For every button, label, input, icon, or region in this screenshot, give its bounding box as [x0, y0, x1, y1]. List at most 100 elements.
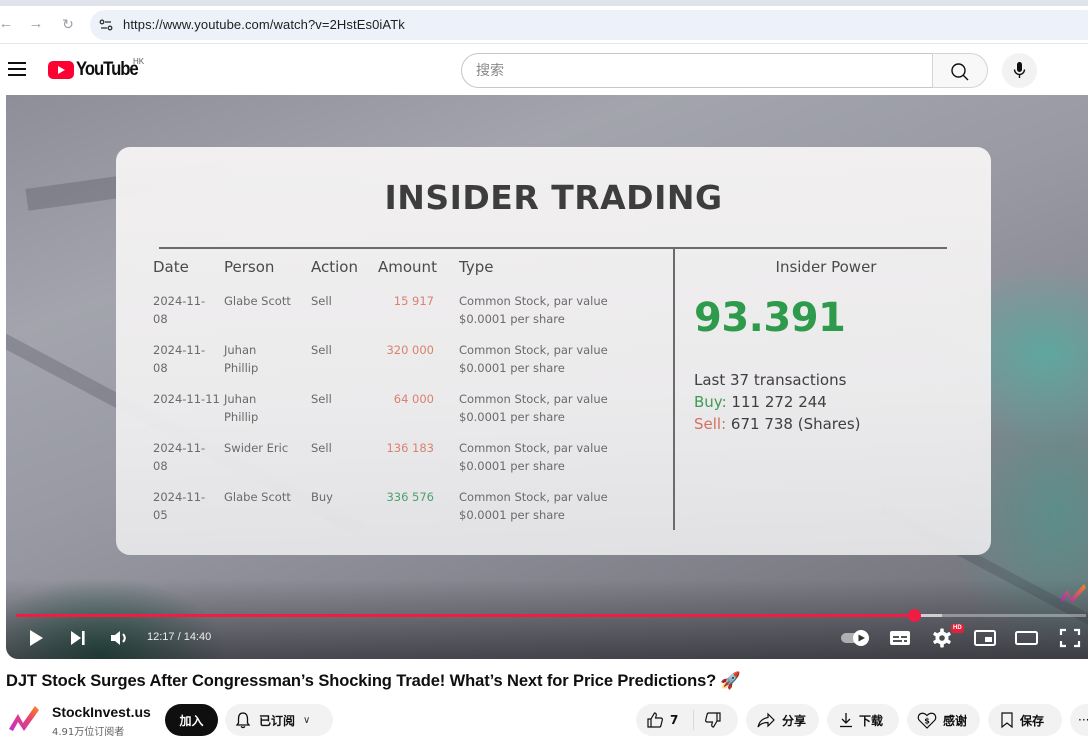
reload-button[interactable]: ↻: [58, 14, 78, 34]
back-button[interactable]: ←: [0, 14, 16, 34]
cell-type: Common Stock, par value: [459, 490, 608, 504]
microphone-icon: [1013, 62, 1026, 78]
cell-type-cont: $0.0001 per share: [459, 360, 565, 375]
sell-value: 671 738 (Shares): [730, 415, 861, 433]
transactions-count: Last 37 transactions: [694, 371, 847, 389]
progress-scrubber-handle[interactable]: [907, 609, 921, 622]
theater-mode-icon[interactable]: [1014, 626, 1040, 650]
miniplayer-icon[interactable]: [973, 626, 997, 650]
search-input[interactable]: [476, 54, 916, 87]
rocket-icon: 🚀: [720, 672, 741, 690]
chevron-down-icon: ∨: [303, 714, 311, 726]
cell-type-cont: $0.0001 per share: [459, 507, 565, 522]
join-button[interactable]: 加入: [165, 704, 218, 736]
dislike-button[interactable]: [694, 711, 722, 729]
browser-toolbar: ← → ↻ https://www.youtube.com/watch?v=2H…: [0, 6, 1088, 44]
youtube-play-logo-icon: [48, 61, 74, 79]
save-button[interactable]: 保存: [988, 704, 1062, 736]
cell-type-cont: $0.0001 per share: [459, 458, 565, 473]
cell-person: Glabe Scott: [224, 294, 291, 308]
super-thanks-icon: $: [917, 712, 937, 729]
column-divider: [673, 248, 675, 530]
share-icon: [757, 712, 775, 728]
voice-search-button[interactable]: [1002, 53, 1037, 88]
cell-type-cont: $0.0001 per share: [459, 311, 565, 326]
youtube-logo[interactable]: YouTube: [48, 59, 146, 80]
subtitles-icon[interactable]: [889, 626, 911, 650]
download-button[interactable]: 下载: [827, 704, 899, 736]
cell-date-cont: 05: [153, 507, 168, 522]
video-title-text: DJT Stock Surges After Congressman’s Sho…: [6, 672, 717, 690]
buy-summary: Buy: 111 272 244: [694, 393, 827, 411]
cell-type: Common Stock, par value: [459, 343, 608, 357]
share-label: 分享: [782, 713, 807, 728]
arrow-right-icon: →: [28, 15, 44, 32]
table-divider: [159, 247, 947, 249]
volume-icon[interactable]: [109, 626, 131, 650]
reload-icon: ↻: [62, 16, 74, 32]
cell-date-cont: 08: [153, 360, 168, 375]
search-box: [461, 53, 933, 88]
like-count: 7: [670, 713, 679, 727]
cell-person: Juhan: [224, 343, 257, 357]
more-actions-button[interactable]: ···: [1070, 704, 1088, 736]
site-info-icon[interactable]: [98, 17, 114, 33]
buy-value: 111 272 244: [731, 393, 827, 411]
video-player[interactable]: INSIDER TRADING Date Person Action Amoun…: [6, 95, 1088, 659]
column-header-action: Action: [311, 258, 358, 276]
cell-person-cont: Phillip: [224, 360, 259, 375]
time-display: 12:17 / 14:40: [147, 631, 212, 643]
cell-amount: 64 000: [393, 392, 434, 406]
like-dislike-group: 7: [636, 704, 738, 736]
channel-avatar[interactable]: [8, 704, 40, 732]
cell-amount: 15 917: [393, 294, 434, 308]
bell-icon: [235, 712, 251, 729]
save-label: 保存: [1020, 713, 1045, 728]
thanks-label: 感谢: [943, 713, 968, 728]
cell-action: Sell: [311, 294, 332, 308]
next-video-icon[interactable]: [68, 626, 88, 650]
hd-badge: HD: [951, 624, 964, 633]
cell-action: Buy: [311, 490, 333, 504]
youtube-header: YouTube HK: [0, 45, 1088, 95]
progress-played: [16, 614, 914, 617]
url-text[interactable]: https://www.youtube.com/watch?v=2HstEs0i…: [123, 17, 405, 32]
autoplay-toggle-icon[interactable]: [840, 626, 872, 650]
insider-power-label: Insider Power: [775, 258, 877, 276]
subscriber-count: 4.91万位订阅者: [52, 727, 125, 738]
cell-amount: 336 576: [386, 490, 434, 504]
thanks-button[interactable]: $ 感谢: [907, 704, 980, 736]
thumbs-down-icon: [705, 712, 721, 728]
svg-text:$: $: [924, 717, 930, 726]
join-label: 加入: [179, 713, 204, 728]
bookmark-icon: [1001, 712, 1013, 729]
subscribed-label: 已订阅: [259, 713, 296, 728]
play-icon[interactable]: [26, 626, 46, 650]
like-button[interactable]: 7: [636, 710, 694, 730]
cell-type: Common Stock, par value: [459, 294, 608, 308]
share-button[interactable]: 分享: [746, 704, 819, 736]
menu-icon[interactable]: [8, 62, 26, 76]
cell-date-cont: 08: [153, 311, 168, 326]
search-icon: [951, 63, 969, 81]
cell-action: Sell: [311, 441, 332, 455]
fullscreen-icon[interactable]: [1058, 626, 1082, 650]
settings-gear-icon[interactable]: [931, 626, 953, 650]
cell-date: 2024-11-: [153, 490, 206, 504]
cell-action: Sell: [311, 343, 332, 357]
cell-type-cont: $0.0001 per share: [459, 409, 565, 424]
channel-name[interactable]: StockInvest.us: [52, 704, 151, 720]
address-bar[interactable]: https://www.youtube.com/watch?v=2HstEs0i…: [90, 10, 1088, 40]
slide-title: INSIDER TRADING: [384, 178, 723, 217]
cell-person-cont: Phillip: [224, 409, 259, 424]
search-button[interactable]: [932, 53, 988, 88]
controls-gradient: [6, 579, 1088, 659]
cell-date: 2024-11-: [153, 294, 206, 308]
cell-action: Sell: [311, 392, 332, 406]
column-header-type: Type: [459, 258, 494, 276]
subscribed-button[interactable]: 已订阅 ∨: [225, 704, 333, 736]
forward-button[interactable]: →: [26, 14, 46, 34]
cell-type: Common Stock, par value: [459, 441, 608, 455]
progress-bar[interactable]: [16, 609, 1086, 622]
sell-label: Sell:: [694, 415, 727, 433]
